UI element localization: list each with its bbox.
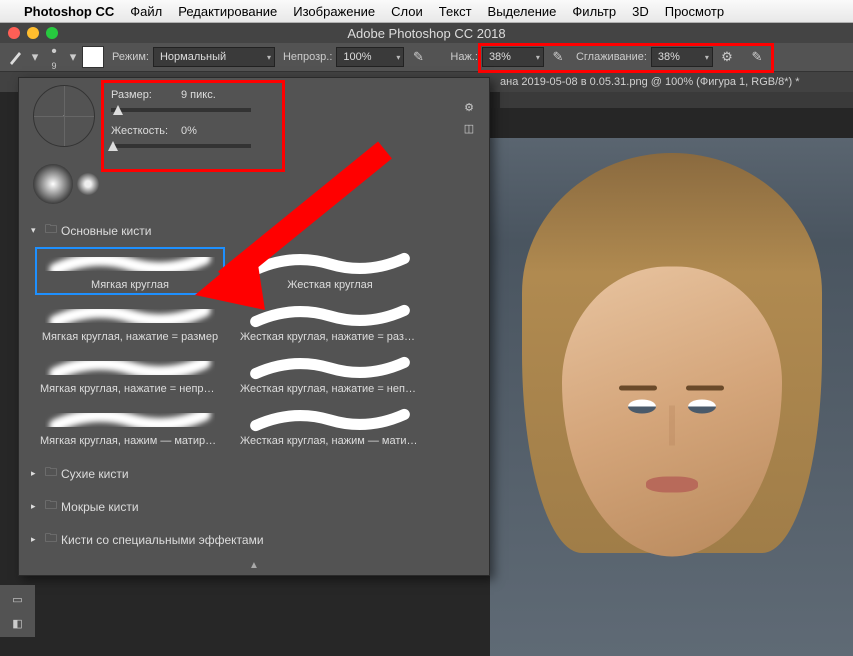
swap-colors-icon[interactable] [82,46,104,68]
mode-label: Режим: [112,51,149,63]
brush-preset-label: Жесткая круглая, нажатие = размер [240,331,420,343]
brush-folder[interactable]: ▸🗀Сухие кисти [19,457,489,490]
menu-filter[interactable]: Фильтр [572,4,616,19]
brush-stroke-preview [245,303,415,329]
menu-image[interactable]: Изображение [293,4,375,19]
brush-preset-label: Мягкая круглая, нажим — матирова... [40,435,220,447]
brush-preset-item[interactable]: Жесткая круглая, нажатие = размер [235,299,425,347]
tool-icon[interactable]: ◧ [4,613,32,633]
brush-preset-label: Жесткая круглая [287,279,372,291]
menu-edit[interactable]: Редактирование [178,4,277,19]
brush-stroke-preview [45,251,215,277]
folder-icon: 🗀 [45,220,57,241]
brush-stroke-preview [245,355,415,381]
brush-preview-icon[interactable]: • 9 [44,47,64,67]
brush-preset-item[interactable]: Мягкая круглая [35,247,225,295]
opacity-label: Непрозр.: [283,51,332,63]
brush-stroke-preview [45,407,215,433]
mode-dropdown[interactable]: Нормальный [153,47,275,67]
brush-stroke-preview [245,407,415,433]
brush-preset-item[interactable]: Жесткая круглая [235,247,425,295]
brush-preset-item[interactable]: Мягкая круглая, нажим — матирова... [35,403,225,451]
chevron-down-icon[interactable]: ▾ [68,47,78,67]
pressure-label: Наж.: [450,51,478,63]
brush-popup-panel: Размер: 9 пикс. Жесткость: 0% ⚙ ◫ ▾ 🗀 Ос… [18,77,490,576]
menu-text[interactable]: Текст [439,4,472,19]
chevron-right-icon: ▸ [31,501,41,512]
brush-preset-label: Мягкая круглая, нажатие = непроз... [40,383,220,395]
brush-preset-item[interactable]: Мягкая круглая, нажатие = размер [35,299,225,347]
brush-preset-label: Жесткая круглая, нажатие = непро... [240,383,420,395]
brush-tool-icon[interactable] [6,47,26,67]
brush-preset-label: Мягкая круглая [91,279,169,291]
menu-3d[interactable]: 3D [632,4,649,19]
window-titlebar: Adobe Photoshop CC 2018 [0,23,853,43]
annotation-highlight [101,80,285,172]
annotation-highlight [478,43,774,73]
brush-preset-item[interactable]: Жесткая круглая, нажатие = непро... [235,351,425,399]
menu-app-name[interactable]: Photoshop CC [24,4,114,19]
folder-icon: 🗀 [45,463,57,484]
menu-file[interactable]: Файл [130,4,162,19]
chevron-down-icon: ▾ [31,225,41,236]
image-content [490,138,853,656]
folder-icon: 🗀 [45,496,57,517]
chevron-right-icon: ▸ [31,534,41,545]
folder-icon: 🗀 [45,529,57,550]
canvas-area[interactable] [490,108,853,656]
chevron-down-icon[interactable]: ▾ [30,47,40,67]
options-bar: ▾ • 9 ▾ Режим: Нормальный Непрозр.: 100%… [0,43,853,72]
menu-select[interactable]: Выделение [488,4,557,19]
brush-stroke-preview [45,303,215,329]
brush-stroke-preview [45,355,215,381]
menu-layers[interactable]: Слои [391,4,423,19]
brush-folder[interactable]: ▸🗀Кисти со специальными эффектами [19,523,489,556]
brush-tip-preview[interactable] [33,85,95,147]
brush-thumb-small[interactable] [77,173,99,195]
brush-preset-label: Жесткая круглая, нажим — матиро... [240,435,420,447]
ruler [500,92,853,108]
brush-preset-label: Мягкая круглая, нажатие = размер [42,331,218,343]
menu-view[interactable]: Просмотр [665,4,724,19]
new-preset-icon[interactable]: ◫ [464,122,474,135]
pressure-opacity-icon[interactable]: ✎ [408,47,428,67]
toolbar-fragment: ▭ ◧ [0,585,35,637]
brush-stroke-preview [245,251,415,277]
brush-thumb-large[interactable] [33,164,73,204]
opacity-dropdown[interactable]: 100% [336,47,404,67]
brush-preset-item[interactable]: Жесткая круглая, нажим — матиро... [235,403,425,451]
folder-main-brushes[interactable]: ▾ 🗀 Основные кисти [19,214,489,247]
mac-menubar: Photoshop CC Файл Редактирование Изображ… [0,0,853,23]
panel-resize-handle[interactable]: ▲ [19,556,489,575]
gear-icon[interactable]: ⚙ [464,101,474,114]
brush-preset-item[interactable]: Мягкая круглая, нажатие = непроз... [35,351,225,399]
chevron-right-icon: ▸ [31,468,41,479]
tool-icon[interactable]: ▭ [4,589,32,609]
brush-folder[interactable]: ▸🗀Мокрые кисти [19,490,489,523]
window-title: Adobe Photoshop CC 2018 [0,26,853,41]
